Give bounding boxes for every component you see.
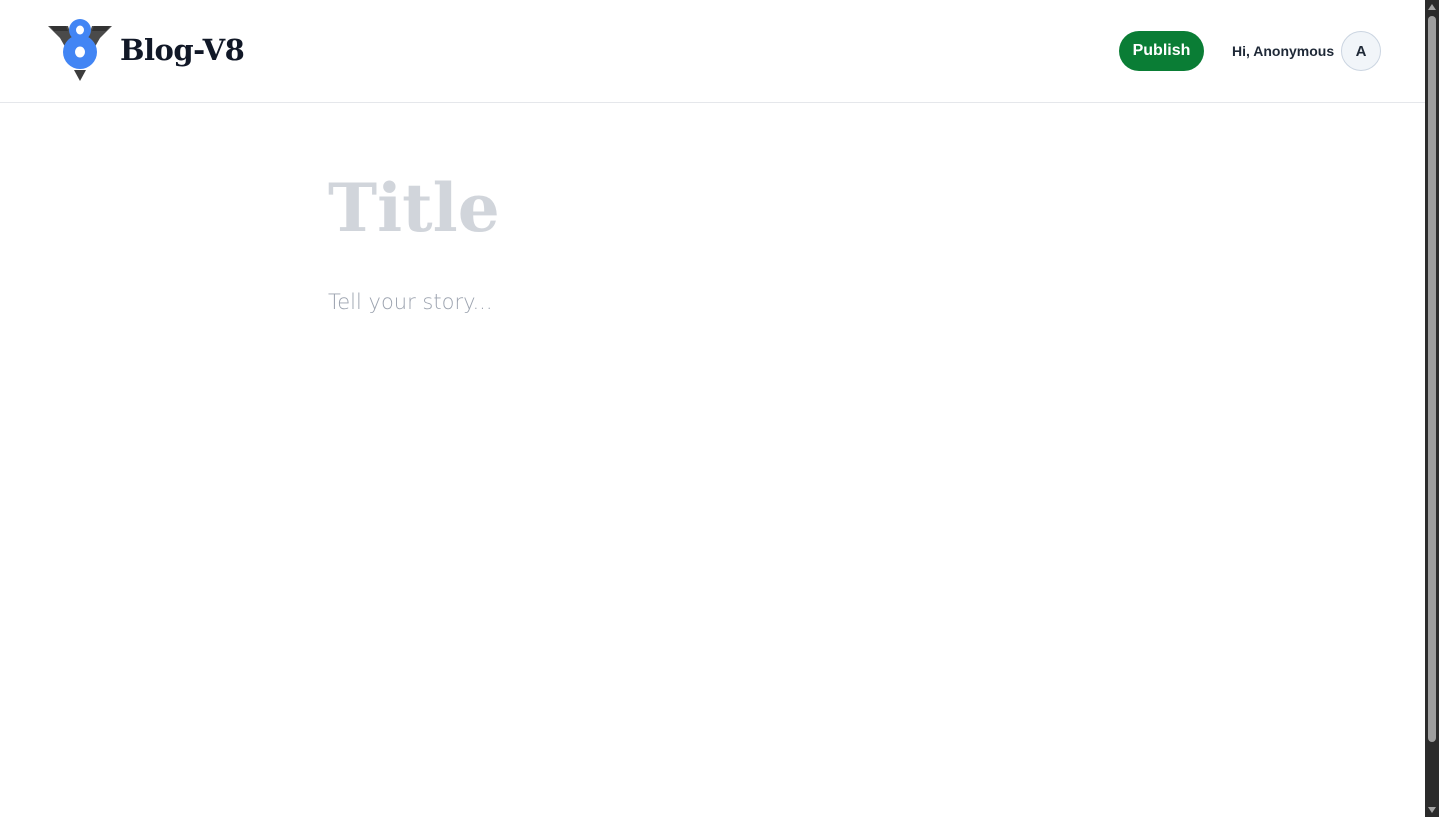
vertical-scrollbar[interactable] [1425, 0, 1439, 817]
scroll-up-arrow-icon[interactable] [1428, 4, 1436, 10]
brand-name: Blog-V8 [120, 33, 245, 67]
user-greeting: Hi, Anonymous [1232, 43, 1335, 59]
publish-button[interactable]: Publish [1119, 31, 1204, 71]
page: Blog-V8 Publish Hi, Anonymous A [0, 0, 1425, 817]
story-input[interactable] [328, 290, 1128, 350]
brand-link[interactable]: Blog-V8 [46, 18, 245, 82]
title-input[interactable] [328, 160, 1128, 256]
v8-logo-icon [48, 19, 112, 81]
scroll-down-arrow-icon[interactable] [1428, 807, 1436, 813]
top-navbar: Blog-V8 Publish Hi, Anonymous A [0, 0, 1425, 103]
user-avatar[interactable]: A [1341, 31, 1381, 71]
scrollbar-thumb[interactable] [1428, 16, 1436, 742]
avatar-initial: A [1355, 42, 1367, 60]
post-editor [328, 160, 1128, 350]
